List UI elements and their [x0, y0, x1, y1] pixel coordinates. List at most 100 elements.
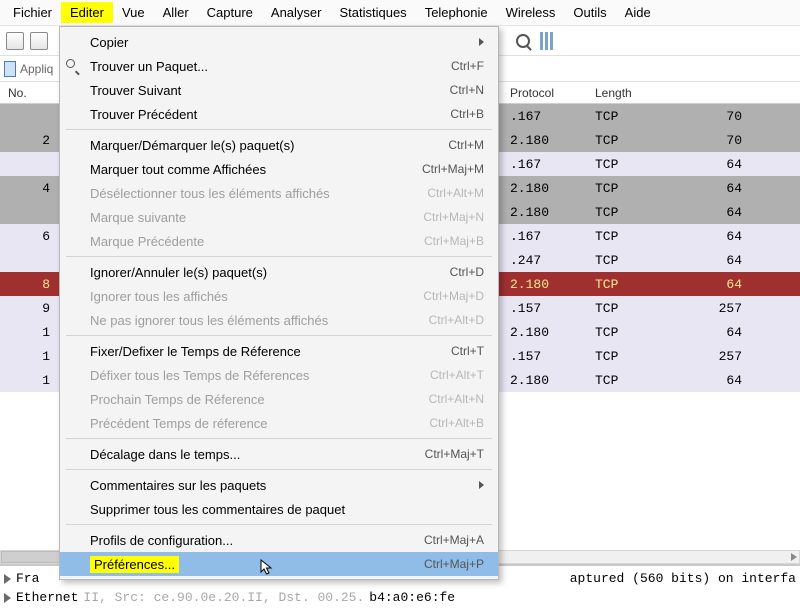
cell-protocol: TCP: [595, 349, 680, 364]
menu-item-label: Prochain Temps de Réference: [90, 392, 429, 407]
menu-item[interactable]: Trouver PrécédentCtrl+B: [60, 102, 498, 126]
column-length[interactable]: Length: [595, 86, 675, 100]
menubar-item-fichier[interactable]: Fichier: [4, 2, 61, 23]
menu-separator: [66, 129, 492, 130]
menu-separator: [66, 438, 492, 439]
toolbar-button[interactable]: [30, 32, 48, 50]
menu-item-shortcut: Ctrl+D: [450, 265, 484, 279]
menubar-item-vue[interactable]: Vue: [113, 2, 154, 23]
menu-item[interactable]: Marquer/Démarquer le(s) paquet(s)Ctrl+M: [60, 133, 498, 157]
menubar-item-capture[interactable]: Capture: [198, 2, 262, 23]
zoom-icon[interactable]: [516, 34, 530, 48]
menu-item-label: Trouver Suivant: [90, 83, 450, 98]
menu-item-label: Ignorer tous les affichés: [90, 289, 423, 304]
menu-item[interactable]: Marquer tout comme AffichéesCtrl+Maj+M: [60, 157, 498, 181]
cell-length: 64: [680, 325, 760, 340]
menu-item[interactable]: Copier: [60, 30, 498, 54]
menu-item[interactable]: Fixer/Defixer le Temps de RéferenceCtrl+…: [60, 339, 498, 363]
cell-destination: .247: [510, 253, 595, 268]
cell-no: 8: [0, 277, 60, 292]
edit-menu-dropdown: CopierTrouver un Paquet...Ctrl+FTrouver …: [59, 26, 499, 580]
menu-item-shortcut: Ctrl+Maj+P: [424, 557, 484, 571]
detail-eth-prefix: Ethernet: [16, 590, 78, 605]
menu-item[interactable]: Décalage dans le temps...Ctrl+Maj+T: [60, 442, 498, 466]
menu-item-label: Copier: [90, 35, 471, 50]
menu-item-shortcut: Ctrl+Maj+D: [423, 289, 484, 303]
cell-destination: 2.180: [510, 205, 595, 220]
menubar-item-outils[interactable]: Outils: [564, 2, 615, 23]
detail-line[interactable]: Ethernet II, Src: ce.90.0e.20.II, Dst. 0…: [4, 588, 796, 607]
menu-item-label: Marque suivante: [90, 210, 423, 225]
scroll-right-arrow-icon[interactable]: [791, 553, 797, 561]
menu-item-shortcut: Ctrl+Alt+N: [429, 392, 484, 406]
menu-separator: [66, 524, 492, 525]
menu-item: Ignorer tous les affichésCtrl+Maj+D: [60, 284, 498, 308]
menu-item-shortcut: Ctrl+Alt+D: [429, 313, 484, 327]
menu-item-shortcut: Ctrl+N: [450, 83, 484, 97]
cell-destination: 2.180: [510, 181, 595, 196]
cell-protocol: TCP: [595, 253, 680, 268]
cell-destination: .167: [510, 109, 595, 124]
menu-item-label: Profils de configuration...: [90, 533, 424, 548]
expand-icon[interactable]: [4, 574, 11, 584]
menubar-item-aide[interactable]: Aide: [616, 2, 660, 23]
menu-item[interactable]: Trouver SuivantCtrl+N: [60, 78, 498, 102]
cell-length: 64: [680, 205, 760, 220]
menu-item-shortcut: Ctrl+F: [451, 59, 484, 73]
cell-destination: .167: [510, 157, 595, 172]
toolbar-button[interactable]: [6, 32, 24, 50]
menu-item-label: Marquer/Démarquer le(s) paquet(s): [90, 138, 448, 153]
resize-columns-icon[interactable]: [540, 32, 558, 50]
menubar-item-statistiques[interactable]: Statistiques: [330, 2, 415, 23]
cell-no: 6: [0, 229, 60, 244]
bookmark-icon[interactable]: [4, 61, 16, 77]
detail-eth-suffix: b4:a0:e6:fe: [369, 590, 455, 605]
menubar-item-telephonie[interactable]: Telephonie: [416, 2, 497, 23]
detail-frame-text: Fra: [16, 571, 39, 586]
menu-separator: [66, 256, 492, 257]
menu-item: Prochain Temps de RéferenceCtrl+Alt+N: [60, 387, 498, 411]
menu-item-label: Marquer tout comme Affichées: [90, 162, 422, 177]
cell-length: 64: [680, 373, 760, 388]
menu-item-shortcut: Ctrl+Alt+B: [429, 416, 484, 430]
cell-no: 4: [0, 181, 60, 196]
menu-item[interactable]: Préférences...Ctrl+Maj+P: [60, 552, 498, 576]
menu-item[interactable]: Trouver un Paquet...Ctrl+F: [60, 54, 498, 78]
menu-item[interactable]: Commentaires sur les paquets: [60, 473, 498, 497]
menu-separator: [66, 469, 492, 470]
menu-item: Marque suivanteCtrl+Maj+N: [60, 205, 498, 229]
expand-icon[interactable]: [4, 593, 11, 603]
menu-item-label: Trouver Précédent: [90, 107, 450, 122]
cell-no: 2: [0, 133, 60, 148]
menu-item[interactable]: Profils de configuration...Ctrl+Maj+A: [60, 528, 498, 552]
column-protocol[interactable]: Protocol: [510, 86, 595, 100]
menu-item-shortcut: Ctrl+Maj+T: [425, 447, 484, 461]
menu-item-label: Décalage dans le temps...: [90, 447, 425, 462]
menubar-item-wireless[interactable]: Wireless: [497, 2, 565, 23]
cell-destination: 2.180: [510, 277, 595, 292]
cell-protocol: TCP: [595, 109, 680, 124]
cell-no: 1: [0, 325, 60, 340]
menubar-item-analyser[interactable]: Analyser: [262, 2, 331, 23]
cell-protocol: TCP: [595, 325, 680, 340]
menu-item-label: Désélectionner tous les éléments affiché…: [90, 186, 427, 201]
menu-item[interactable]: Ignorer/Annuler le(s) paquet(s)Ctrl+D: [60, 260, 498, 284]
menu-item-shortcut: Ctrl+Alt+M: [427, 186, 484, 200]
menu-item: Défixer tous les Temps de RéferencesCtrl…: [60, 363, 498, 387]
menu-item[interactable]: Supprimer tous les commentaires de paque…: [60, 497, 498, 521]
cell-protocol: TCP: [595, 205, 680, 220]
menubar: FichierEditerVueAllerCaptureAnalyserStat…: [0, 0, 800, 26]
cell-length: 70: [680, 109, 760, 124]
column-no[interactable]: No.: [0, 86, 60, 100]
menu-item-label: Marque Précédente: [90, 234, 424, 249]
menubar-item-editer[interactable]: Editer: [61, 2, 113, 23]
cell-length: 64: [680, 253, 760, 268]
cell-no: 1: [0, 373, 60, 388]
cell-no: 1: [0, 349, 60, 364]
cell-length: 64: [680, 277, 760, 292]
menu-item-label: Ne pas ignorer tous les éléments affiché…: [90, 313, 429, 328]
cell-protocol: TCP: [595, 277, 680, 292]
menubar-item-aller[interactable]: Aller: [154, 2, 198, 23]
chevron-right-icon: [479, 38, 484, 46]
menu-item: Désélectionner tous les éléments affiché…: [60, 181, 498, 205]
